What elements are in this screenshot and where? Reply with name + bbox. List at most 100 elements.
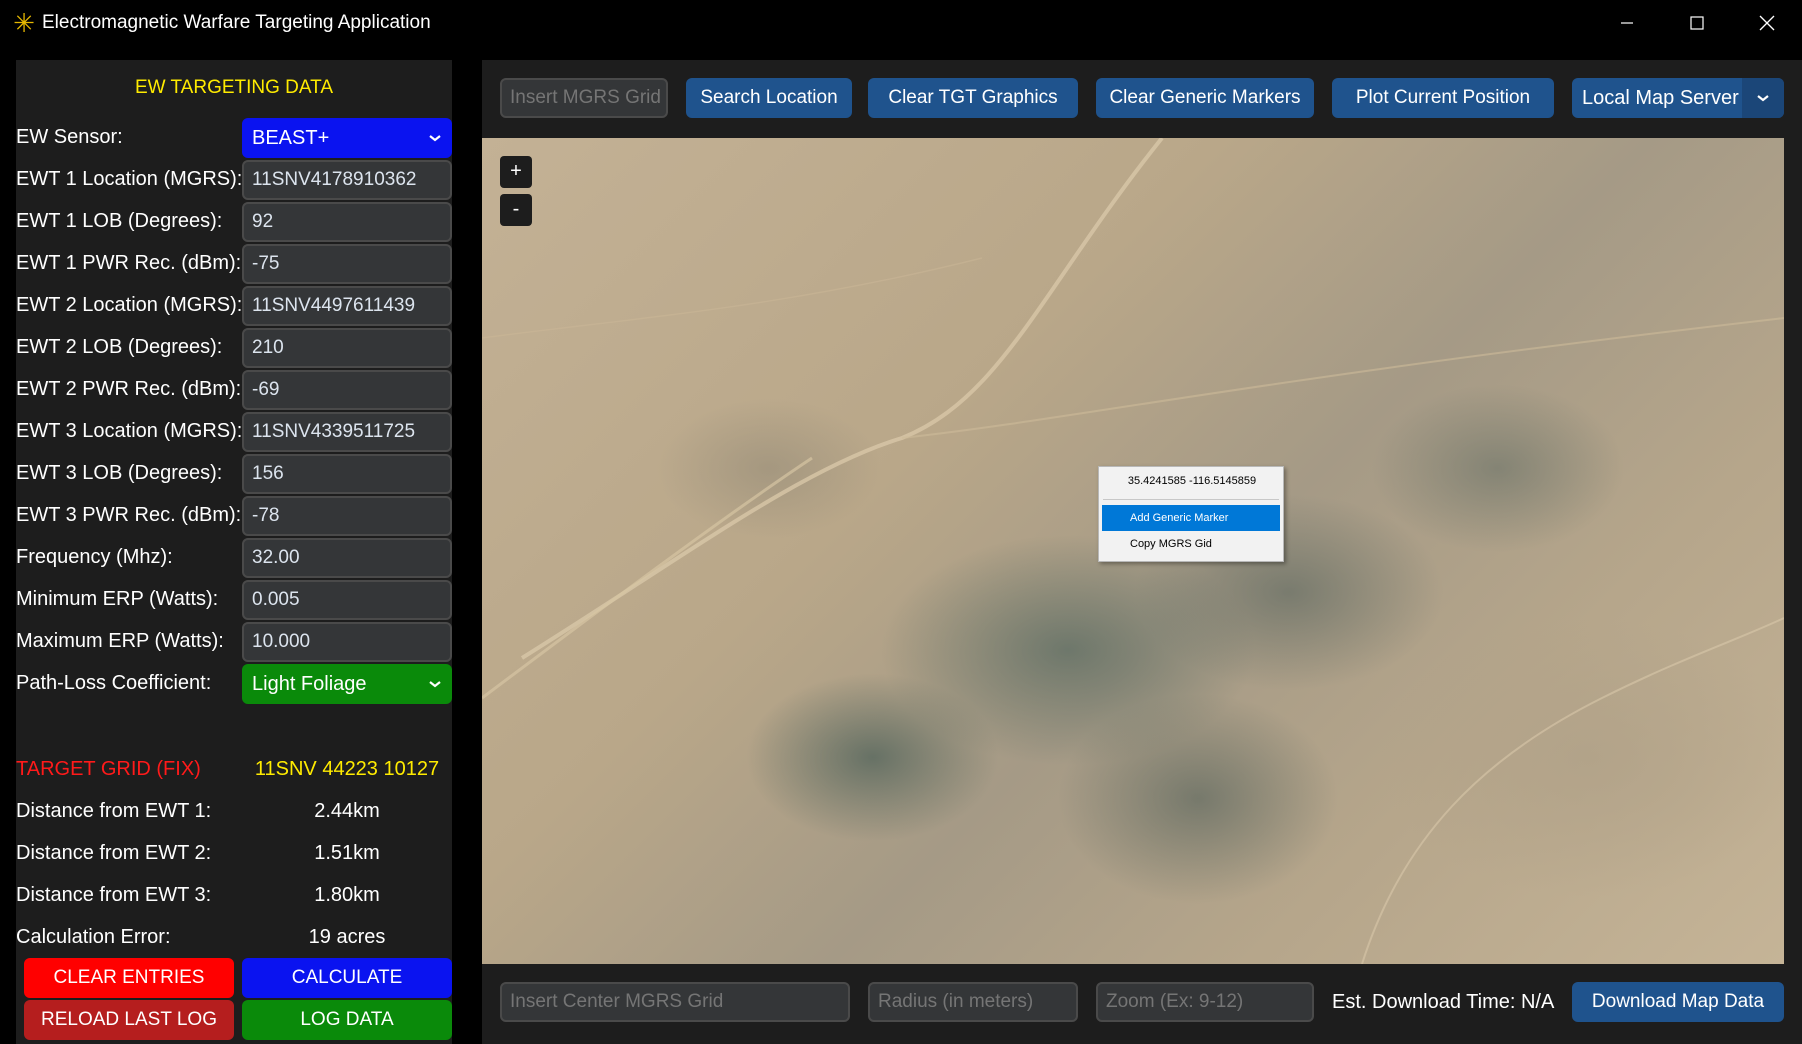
zoom-out-button[interactable]: -	[500, 194, 532, 226]
chevron-down-icon	[1757, 95, 1769, 102]
ewt2-lob-input[interactable]	[242, 328, 452, 368]
close-button[interactable]	[1732, 0, 1802, 46]
ew-sensor-select[interactable]: BEAST+	[242, 118, 452, 158]
clear-generic-markers-button[interactable]: Clear Generic Markers	[1096, 78, 1314, 118]
ewt2-lob-row: EWT 2 LOB (Degrees):	[16, 328, 452, 368]
reload-last-log-button[interactable]: RELOAD LAST LOG	[24, 1000, 234, 1040]
ewt1-location-input[interactable]	[242, 160, 452, 200]
path-loss-value: Light Foliage	[252, 673, 367, 695]
clear-entries-button[interactable]: CLEAR ENTRIES	[24, 958, 234, 998]
ewt3-pwr-row: EWT 3 PWR Rec. (dBm):	[16, 496, 452, 536]
ewt3-lob-input[interactable]	[242, 454, 452, 494]
ewt2-location-input[interactable]	[242, 286, 452, 326]
distance-ewt3-value: 1.80km	[314, 884, 380, 906]
search-location-button[interactable]: Search Location	[686, 78, 852, 118]
log-data-button[interactable]: LOG DATA	[242, 1000, 452, 1040]
zoom-in-button[interactable]: +	[500, 156, 532, 188]
path-loss-select[interactable]: Light Foliage	[242, 664, 452, 704]
clear-tgt-graphics-button[interactable]: Clear TGT Graphics	[868, 78, 1078, 118]
ewt3-location-row: EWT 3 Location (MGRS):	[16, 412, 452, 452]
chevron-down-icon	[429, 681, 441, 688]
ewt2-lob-label: EWT 2 LOB (Degrees):	[16, 336, 223, 358]
center-mgrs-input[interactable]	[500, 982, 850, 1022]
context-coords: 35.4241585 -116.5145859	[1127, 475, 1257, 487]
map-context-menu: 35.4241585 -116.5145859 Add Generic Mark…	[1098, 466, 1284, 562]
max-erp-input[interactable]	[242, 622, 452, 662]
ewt2-pwr-input[interactable]	[242, 370, 452, 410]
ewt2-location-label: EWT 2 Location (MGRS):	[16, 294, 243, 316]
target-grid-label: TARGET GRID (FIX)	[16, 758, 201, 780]
ewt3-lob-label: EWT 3 LOB (Degrees):	[16, 462, 223, 484]
ewt3-lob-row: EWT 3 LOB (Degrees):	[16, 454, 452, 494]
copy-mgrs-grid-item[interactable]: Copy MGRS Gid	[1102, 531, 1280, 557]
minimize-button[interactable]	[1592, 0, 1662, 46]
ewt1-pwr-label: EWT 1 PWR Rec. (dBm):	[16, 252, 242, 274]
map-panel: Search Location Clear TGT Graphics Clear…	[482, 60, 1802, 1044]
chevron-down-icon	[429, 135, 441, 142]
add-generic-marker-item[interactable]: Add Generic Marker	[1102, 505, 1280, 531]
min-erp-input[interactable]	[242, 580, 452, 620]
targeting-data-panel: EW TARGETING DATA EW Sensor: BEAST+ EWT …	[16, 60, 452, 1044]
path-loss-label: Path-Loss Coefficient:	[16, 672, 212, 694]
asterisk-icon: ✳	[13, 8, 35, 38]
distance-ewt1-row: Distance from EWT 1: 2.44km	[16, 800, 452, 832]
target-grid-row: TARGET GRID (FIX) 11SNV 44223 10127	[16, 758, 452, 790]
map-server-dropdown[interactable]	[1742, 78, 1784, 118]
zoom-level-input[interactable]	[1096, 982, 1314, 1022]
ewt1-lob-row: EWT 1 LOB (Degrees):	[16, 202, 452, 242]
ewt1-pwr-row: EWT 1 PWR Rec. (dBm):	[16, 244, 452, 284]
title-bar: ✳ Electromagnetic Warfare Targeting Appl…	[0, 0, 1802, 46]
calc-error-row: Calculation Error: 19 acres	[16, 926, 452, 958]
frequency-input[interactable]	[242, 538, 452, 578]
panel-title: EW TARGETING DATA	[134, 77, 334, 98]
ewt3-pwr-input[interactable]	[242, 496, 452, 536]
ew-sensor-label: EW Sensor:	[16, 126, 123, 148]
close-icon	[1759, 15, 1775, 31]
maximize-icon	[1690, 16, 1704, 30]
calc-error-value: 19 acres	[308, 926, 386, 948]
ew-sensor-value: BEAST+	[252, 127, 330, 149]
calculate-button[interactable]: CALCULATE	[242, 958, 452, 998]
minimize-icon	[1621, 22, 1633, 24]
distance-ewt2-label: Distance from EWT 2:	[16, 842, 212, 864]
distance-ewt2-value: 1.51km	[314, 842, 380, 864]
calc-error-label: Calculation Error:	[16, 926, 171, 948]
min-erp-label: Minimum ERP (Watts):	[16, 588, 219, 610]
map-server-value: Local Map Server	[1582, 87, 1739, 109]
path-loss-row: Path-Loss Coefficient: Light Foliage	[16, 664, 452, 704]
min-erp-row: Minimum ERP (Watts):	[16, 580, 452, 620]
plot-current-position-button[interactable]: Plot Current Position	[1332, 78, 1554, 118]
window-scrollbar[interactable]	[1784, 380, 1790, 580]
download-map-data-button[interactable]: Download Map Data	[1572, 982, 1784, 1022]
ewt3-pwr-label: EWT 3 PWR Rec. (dBm):	[16, 504, 242, 526]
max-erp-row: Maximum ERP (Watts):	[16, 622, 452, 662]
ewt1-lob-input[interactable]	[242, 202, 452, 242]
ewt1-lob-label: EWT 1 LOB (Degrees):	[16, 210, 223, 232]
ewt3-location-input[interactable]	[242, 412, 452, 452]
frequency-row: Frequency (Mhz):	[16, 538, 452, 578]
max-erp-label: Maximum ERP (Watts):	[16, 630, 224, 652]
context-divider	[1103, 499, 1279, 500]
est-download-time: Est. Download Time: N/A	[1332, 991, 1555, 1013]
frequency-label: Frequency (Mhz):	[16, 546, 173, 568]
radius-input[interactable]	[868, 982, 1078, 1022]
satellite-map[interactable]: + - 35.4241585 -116.5145859 Add Generic …	[482, 138, 1784, 964]
ewt3-location-label: EWT 3 Location (MGRS):	[16, 420, 243, 442]
distance-ewt1-value: 2.44km	[314, 800, 380, 822]
ewt2-pwr-row: EWT 2 PWR Rec. (dBm):	[16, 370, 452, 410]
ewt1-location-label: EWT 1 Location (MGRS):	[16, 168, 243, 190]
ew-sensor-row: EW Sensor: BEAST+	[16, 118, 452, 158]
ewt2-location-row: EWT 2 Location (MGRS):	[16, 286, 452, 326]
window-title: Electromagnetic Warfare Targeting Applic…	[42, 12, 431, 33]
ewt1-pwr-input[interactable]	[242, 244, 452, 284]
map-server-select[interactable]: Local Map Server	[1572, 78, 1784, 118]
maximize-button[interactable]	[1662, 0, 1732, 46]
distance-ewt2-row: Distance from EWT 2: 1.51km	[16, 842, 452, 874]
ewt1-location-row: EWT 1 Location (MGRS):	[16, 160, 452, 200]
ewt2-pwr-label: EWT 2 PWR Rec. (dBm):	[16, 378, 242, 400]
mgrs-search-input[interactable]	[500, 78, 668, 118]
distance-ewt1-label: Distance from EWT 1:	[16, 800, 212, 822]
distance-ewt3-label: Distance from EWT 3:	[16, 884, 212, 906]
target-grid-value: 11SNV 44223 10127	[254, 758, 440, 780]
distance-ewt3-row: Distance from EWT 3: 1.80km	[16, 884, 452, 916]
